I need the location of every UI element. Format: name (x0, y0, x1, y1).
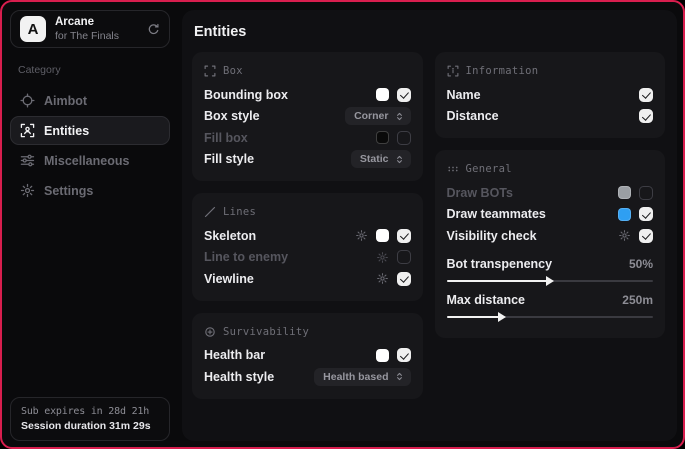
app-name: Arcane (55, 16, 138, 29)
color-swatch[interactable] (618, 208, 631, 221)
fill-style-dropdown[interactable]: Static (351, 150, 411, 168)
session-duration-text: Session duration 31m 29s (21, 420, 159, 432)
color-swatch[interactable] (376, 229, 389, 242)
max-distance-slider[interactable] (447, 316, 654, 318)
slider-value: 250m (622, 293, 653, 307)
setting-row-draw-teammates: Draw teammates (447, 204, 654, 226)
section-title: Box (223, 65, 243, 77)
color-swatch[interactable] (376, 349, 389, 362)
section-title: Lines (223, 206, 256, 218)
session-info-card: Sub expires in 28d 21h Session duration … (10, 397, 170, 441)
bot-transparency-slider-group: Bot transpenency 50% (447, 255, 654, 282)
app-subtitle: for The Finals (55, 30, 138, 42)
slider-thumb[interactable] (498, 312, 506, 322)
setting-row-draw-bots: Draw BOTs (447, 182, 654, 204)
sidebar-item-entities[interactable]: Entities (10, 116, 170, 145)
survivability-section-card: Survivability Health bar Health style He… (192, 313, 423, 399)
left-column: Box Bounding box Box style Corner (192, 52, 423, 399)
sidebar-item-label: Miscellaneous (44, 154, 129, 168)
setting-row-fill-style: Fill style Static (204, 149, 411, 171)
general-section-card: General Draw BOTs Draw teammates (435, 150, 666, 338)
main-panel: Entities Box Bounding box (182, 10, 677, 441)
distance-checkbox[interactable] (639, 109, 653, 123)
health-bar-checkbox[interactable] (397, 348, 411, 362)
color-swatch[interactable] (376, 88, 389, 101)
gear-icon (20, 183, 35, 198)
app-header-card: A Arcane for The Finals (10, 10, 170, 48)
color-swatch[interactable] (376, 131, 389, 144)
chevron-up-down-icon (395, 372, 404, 381)
diagonal-line-icon (204, 206, 216, 218)
line-to-enemy-checkbox[interactable] (397, 250, 411, 264)
max-distance-slider-group: Max distance 250m (447, 291, 654, 318)
sidebar-item-miscellaneous[interactable]: Miscellaneous (10, 146, 170, 175)
section-title: General (466, 163, 512, 175)
category-label: Category (18, 64, 170, 76)
entities-icon (20, 123, 35, 138)
setting-row-name: Name (447, 84, 654, 106)
draw-teammates-checkbox[interactable] (639, 207, 653, 221)
viewline-checkbox[interactable] (397, 272, 411, 286)
right-column: Information Name Distance (435, 52, 666, 399)
setting-row-health-style: Health style Health based (204, 366, 411, 388)
draw-bots-checkbox[interactable] (639, 186, 653, 200)
box-style-dropdown[interactable]: Corner (345, 107, 410, 125)
life-ring-icon (204, 326, 216, 338)
section-title: Information (466, 65, 539, 77)
setting-row-box-style: Box style Corner (204, 106, 411, 128)
bot-transparency-slider[interactable] (447, 280, 654, 282)
refresh-icon[interactable] (147, 23, 160, 36)
box-section-card: Box Bounding box Box style Corner (192, 52, 423, 181)
setting-row-distance: Distance (447, 106, 654, 128)
gear-icon[interactable] (376, 251, 389, 264)
gear-icon[interactable] (376, 272, 389, 285)
chevron-up-down-icon (395, 112, 404, 121)
sidebar-item-label: Entities (44, 124, 89, 138)
sidebar-item-aimbot[interactable]: Aimbot (10, 86, 170, 115)
sub-expires-text: Sub expires in 28d 21h (21, 406, 159, 417)
sidebar-nav: Aimbot Entities Miscella (10, 86, 170, 205)
bounding-box-icon (204, 65, 216, 77)
section-title: Survivability (223, 326, 309, 338)
grid-dots-icon (447, 163, 459, 175)
chevron-up-down-icon (395, 155, 404, 164)
sliders-icon (20, 153, 35, 168)
bounding-box-checkbox[interactable] (397, 88, 411, 102)
sidebar-item-label: Settings (44, 184, 93, 198)
information-section-card: Information Name Distance (435, 52, 666, 138)
app-window: A Arcane for The Finals Category Aimbot (0, 0, 685, 449)
visibility-check-checkbox[interactable] (639, 229, 653, 243)
fill-box-checkbox[interactable] (397, 131, 411, 145)
crosshair-icon (20, 93, 35, 108)
setting-row-line-to-enemy: Line to enemy (204, 247, 411, 269)
sidebar: A Arcane for The Finals Category Aimbot (2, 2, 178, 447)
health-style-dropdown[interactable]: Health based (314, 368, 410, 386)
info-scan-icon (447, 65, 459, 77)
name-checkbox[interactable] (639, 88, 653, 102)
page-title: Entities (194, 24, 665, 40)
gear-icon[interactable] (355, 229, 368, 242)
app-logo: A (20, 16, 46, 42)
slider-thumb[interactable] (546, 276, 554, 286)
sidebar-item-label: Aimbot (44, 94, 87, 108)
slider-value: 50% (629, 257, 653, 271)
skeleton-checkbox[interactable] (397, 229, 411, 243)
setting-row-skeleton: Skeleton (204, 225, 411, 247)
sidebar-item-settings[interactable]: Settings (10, 176, 170, 205)
setting-row-fill-box: Fill box (204, 127, 411, 149)
gear-icon[interactable] (618, 229, 631, 242)
color-swatch[interactable] (618, 186, 631, 199)
setting-row-bounding-box: Bounding box (204, 84, 411, 106)
setting-row-viewline: Viewline (204, 268, 411, 290)
setting-row-health-bar: Health bar (204, 345, 411, 367)
setting-row-visibility-check: Visibility check (447, 225, 654, 247)
lines-section-card: Lines Skeleton Line to enemy (192, 193, 423, 301)
